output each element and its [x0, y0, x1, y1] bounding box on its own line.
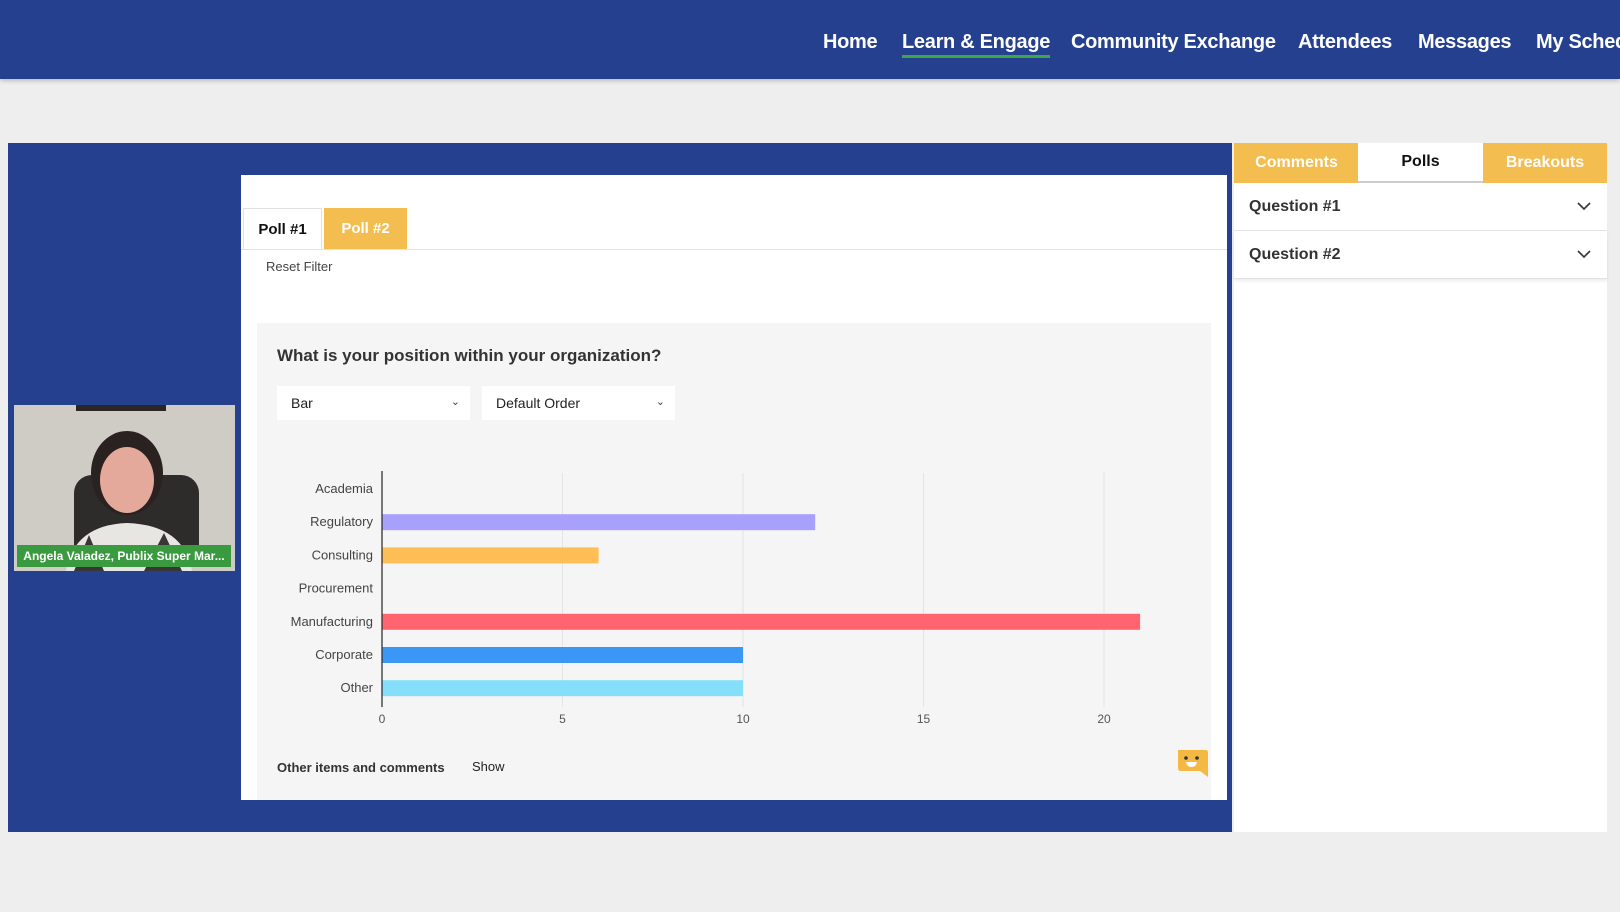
chart-type-select[interactable]: Bar ⌄ — [277, 386, 470, 420]
nav-learn-engage[interactable]: Learn & Engage — [902, 31, 1050, 58]
top-nav-bar: Home Learn & Engage Community Exchange A… — [0, 0, 1620, 79]
bar-other — [382, 680, 743, 697]
chevron-down-icon — [1577, 202, 1591, 211]
order-select[interactable]: Default Order ⌄ — [482, 386, 675, 420]
y-category-label: Other — [340, 680, 373, 695]
bar-regulatory — [382, 514, 816, 531]
nav-home[interactable]: Home — [823, 31, 878, 54]
y-category-label: Manufacturing — [291, 614, 373, 629]
bar-consulting — [382, 547, 599, 564]
nav-community-exchange[interactable]: Community Exchange — [1071, 31, 1276, 54]
y-category-label: Procurement — [299, 581, 374, 596]
poll-question: What is your position within your organi… — [277, 346, 662, 365]
bar-manufacturing — [382, 613, 1141, 630]
y-category-label: Consulting — [312, 547, 373, 562]
question-label: Question #1 — [1249, 197, 1341, 215]
y-category-label: Academia — [315, 481, 374, 496]
smiley-chat-icon[interactable] — [1175, 747, 1211, 783]
select-value: Default Order — [496, 395, 581, 411]
chevron-down-icon — [1577, 250, 1591, 259]
x-tick-label: 5 — [559, 712, 566, 726]
tab-poll-1[interactable]: Poll #1 — [243, 208, 322, 249]
tab-polls[interactable]: Polls — [1358, 143, 1483, 183]
tab-poll-2[interactable]: Poll #2 — [324, 208, 407, 249]
x-tick-label: 15 — [917, 712, 931, 726]
nav-my-schedule[interactable]: My Schedule — [1536, 31, 1620, 54]
y-category-label: Corporate — [315, 647, 373, 662]
bar-chart: 0 5 10 15 20 Academia Regulatory Consulting Proc… — [291, 471, 1141, 726]
chevron-down-icon: ⌄ — [450, 396, 460, 408]
question-label: Question #2 — [1249, 245, 1341, 263]
y-category-label: Regulatory — [310, 514, 373, 529]
question-2-accordion[interactable]: Question #2 — [1234, 231, 1607, 279]
reset-filter-link[interactable]: Reset Filter — [266, 259, 332, 274]
other-items-label: Other items and comments — [277, 760, 445, 775]
bar-corporate — [382, 647, 743, 663]
tab-comments[interactable]: Comments — [1234, 143, 1359, 183]
chevron-down-icon: ⌄ — [655, 396, 665, 408]
nav-messages[interactable]: Messages — [1418, 31, 1512, 54]
show-link[interactable]: Show — [472, 759, 505, 774]
divider — [241, 249, 1227, 250]
nav-attendees[interactable]: Attendees — [1298, 31, 1392, 54]
x-tick-label: 0 — [379, 712, 386, 726]
question-1-accordion[interactable]: Question #1 — [1234, 183, 1607, 231]
x-tick-label: 20 — [1097, 712, 1111, 726]
tab-breakouts[interactable]: Breakouts — [1483, 143, 1607, 183]
participant-name-label: Angela Valadez, Publix Super Mar... — [17, 545, 231, 567]
x-tick-label: 10 — [736, 712, 750, 726]
select-value: Bar — [291, 395, 313, 411]
